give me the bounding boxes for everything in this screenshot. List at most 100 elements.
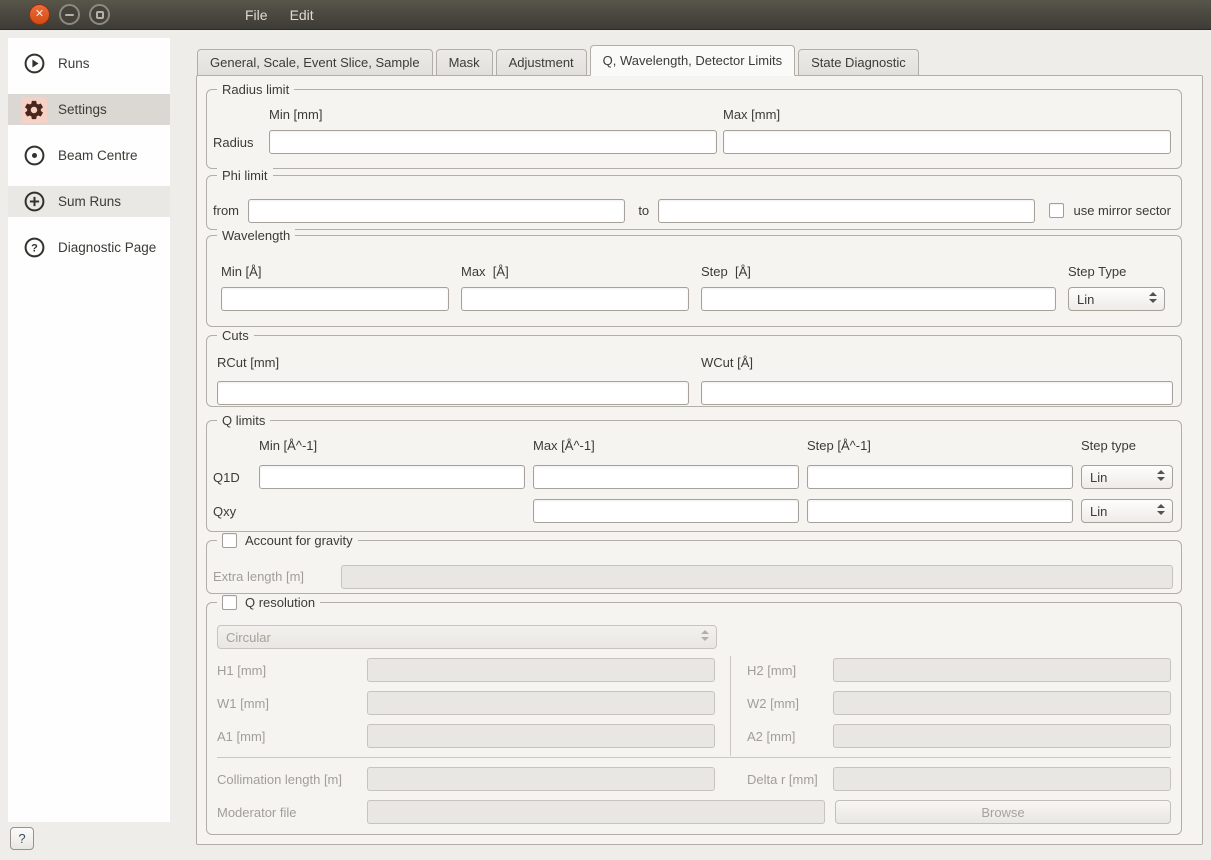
- a2-label: A2 [mm]: [747, 729, 833, 744]
- wcut-header: WCut [Å]: [701, 355, 1173, 370]
- account-for-gravity-checkbox[interactable]: [222, 533, 237, 548]
- q1d-row-label: Q1D: [213, 470, 251, 485]
- plus-circle-icon: [21, 189, 47, 215]
- radius-max-header: Max [mm]: [723, 107, 1171, 122]
- use-mirror-sector-checkbox[interactable]: [1049, 203, 1064, 218]
- wavelength-title: Wavelength: [217, 227, 295, 244]
- h2-input: [833, 658, 1171, 682]
- aperture-shape-combobox: Circular: [217, 625, 717, 649]
- h1-label: H1 [mm]: [217, 663, 367, 678]
- question-circle-icon: ?: [21, 235, 47, 261]
- phi-limit-title: Phi limit: [217, 167, 273, 184]
- sidebar-item-label: Sum Runs: [58, 194, 121, 209]
- qxy-row-label: Qxy: [213, 504, 251, 519]
- q-step-header: Step [Å^-1]: [807, 438, 1073, 453]
- w1-input: [367, 691, 715, 715]
- sidebar-item-label: Diagnostic Page: [58, 240, 156, 255]
- moderator-file-input: [367, 800, 825, 824]
- w2-label: W2 [mm]: [747, 696, 833, 711]
- sidebar-item-label: Runs: [58, 56, 90, 71]
- wcut-input[interactable]: [701, 381, 1173, 405]
- collimation-length-label: Collimation length [m]: [217, 772, 367, 787]
- row-separator: [217, 757, 1171, 758]
- h2-label: H2 [mm]: [747, 663, 833, 678]
- spinner-arrows-icon: [1149, 292, 1157, 303]
- wavelength-step-header: Step [Å]: [701, 264, 1056, 279]
- q-resolution-checkbox[interactable]: [222, 595, 237, 610]
- tab-state-diagnostic[interactable]: State Diagnostic: [798, 49, 919, 76]
- phi-from-input[interactable]: [248, 199, 625, 223]
- q-step-type-header: Step type: [1081, 438, 1173, 453]
- minimize-icon: [65, 14, 74, 16]
- menu-edit[interactable]: Edit: [288, 7, 316, 23]
- q-limits-title: Q limits: [217, 412, 270, 429]
- sidebar-item-diagnostic-page[interactable]: ? Diagnostic Page: [8, 232, 170, 263]
- qxy-step-type-value: Lin: [1090, 504, 1107, 519]
- sidebar-item-runs[interactable]: Runs: [8, 48, 170, 79]
- sidebar-item-beam-centre[interactable]: Beam Centre: [8, 140, 170, 171]
- account-for-gravity-title: Account for gravity: [245, 533, 353, 548]
- extra-length-input: [341, 565, 1173, 589]
- sidebar-item-sum-runs[interactable]: Sum Runs: [8, 186, 170, 217]
- phi-from-label: from: [213, 203, 239, 218]
- phi-to-input[interactable]: [658, 199, 1035, 223]
- sidebar-item-label: Settings: [58, 102, 107, 117]
- w2-input: [833, 691, 1171, 715]
- cuts-title: Cuts: [217, 327, 254, 344]
- cuts-group: Cuts RCut [mm] WCut [Å]: [206, 335, 1182, 407]
- wavelength-min-input[interactable]: [221, 287, 449, 311]
- column-separator: [730, 656, 731, 756]
- a2-input: [833, 724, 1171, 748]
- spinner-arrows-icon: [1157, 504, 1165, 515]
- aperture-shape-value: Circular: [226, 630, 271, 645]
- w1-label: W1 [mm]: [217, 696, 367, 711]
- tab-q-wavelength-detector-limits[interactable]: Q, Wavelength, Detector Limits: [590, 45, 795, 76]
- rcut-input[interactable]: [217, 381, 689, 405]
- a1-input: [367, 724, 715, 748]
- window-close-button[interactable]: ✕: [29, 4, 50, 25]
- spinner-arrows-icon: [701, 630, 709, 641]
- use-mirror-sector-label: use mirror sector: [1073, 203, 1171, 218]
- window-minimize-button[interactable]: [59, 4, 80, 25]
- delta-r-input: [833, 767, 1171, 791]
- q1d-step-input[interactable]: [807, 465, 1073, 489]
- h1-input: [367, 658, 715, 682]
- account-for-gravity-group: Account for gravity Extra length [m]: [206, 540, 1182, 594]
- radius-limit-title: Radius limit: [217, 81, 294, 98]
- phi-limit-group: Phi limit from to use mirror sector: [206, 175, 1182, 230]
- rcut-header: RCut [mm]: [217, 355, 689, 370]
- wavelength-step-input[interactable]: [701, 287, 1056, 311]
- tab-adjustment[interactable]: Adjustment: [496, 49, 587, 76]
- spinner-arrows-icon: [1157, 470, 1165, 481]
- sidebar: Runs Settings Beam Centre Sum Runs ? Dia…: [8, 38, 170, 822]
- a1-label: A1 [mm]: [217, 729, 367, 744]
- radius-max-input[interactable]: [723, 130, 1171, 154]
- wavelength-step-type-header: Step Type: [1068, 264, 1165, 279]
- moderator-file-label: Moderator file: [217, 805, 367, 820]
- q-wavelength-detector-limits-page: Radius limit Min [mm] Max [mm] Radius Ph…: [196, 75, 1203, 845]
- qxy-step-type-combobox[interactable]: Lin: [1081, 499, 1173, 523]
- window-maximize-button[interactable]: [89, 4, 110, 25]
- q1d-step-type-combobox[interactable]: Lin: [1081, 465, 1173, 489]
- tab-general-scale-event-slice-sample[interactable]: General, Scale, Event Slice, Sample: [197, 49, 433, 76]
- sidebar-item-settings[interactable]: Settings: [8, 94, 170, 125]
- qxy-max-input[interactable]: [533, 499, 799, 523]
- q1d-step-type-value: Lin: [1090, 470, 1107, 485]
- dot-circle-icon: [21, 143, 47, 169]
- radius-min-input[interactable]: [269, 130, 717, 154]
- phi-to-label: to: [638, 203, 649, 218]
- menu-file[interactable]: File: [243, 7, 270, 23]
- wavelength-max-input[interactable]: [461, 287, 689, 311]
- browse-button: Browse: [835, 800, 1171, 824]
- whats-this-help-button[interactable]: ?: [10, 827, 34, 850]
- wavelength-step-type-combobox[interactable]: Lin: [1068, 287, 1165, 311]
- play-circle-icon: [21, 51, 47, 77]
- q-limits-group: Q limits Min [Å^-1] Max [Å^-1] Step [Å^-…: [206, 420, 1182, 532]
- q-resolution-legend: Q resolution: [217, 594, 320, 611]
- radius-min-header: Min [mm]: [269, 107, 717, 122]
- tab-mask[interactable]: Mask: [436, 49, 493, 76]
- q1d-max-input[interactable]: [533, 465, 799, 489]
- wavelength-min-header: Min [Å]: [221, 264, 449, 279]
- q1d-min-input[interactable]: [259, 465, 525, 489]
- qxy-step-input[interactable]: [807, 499, 1073, 523]
